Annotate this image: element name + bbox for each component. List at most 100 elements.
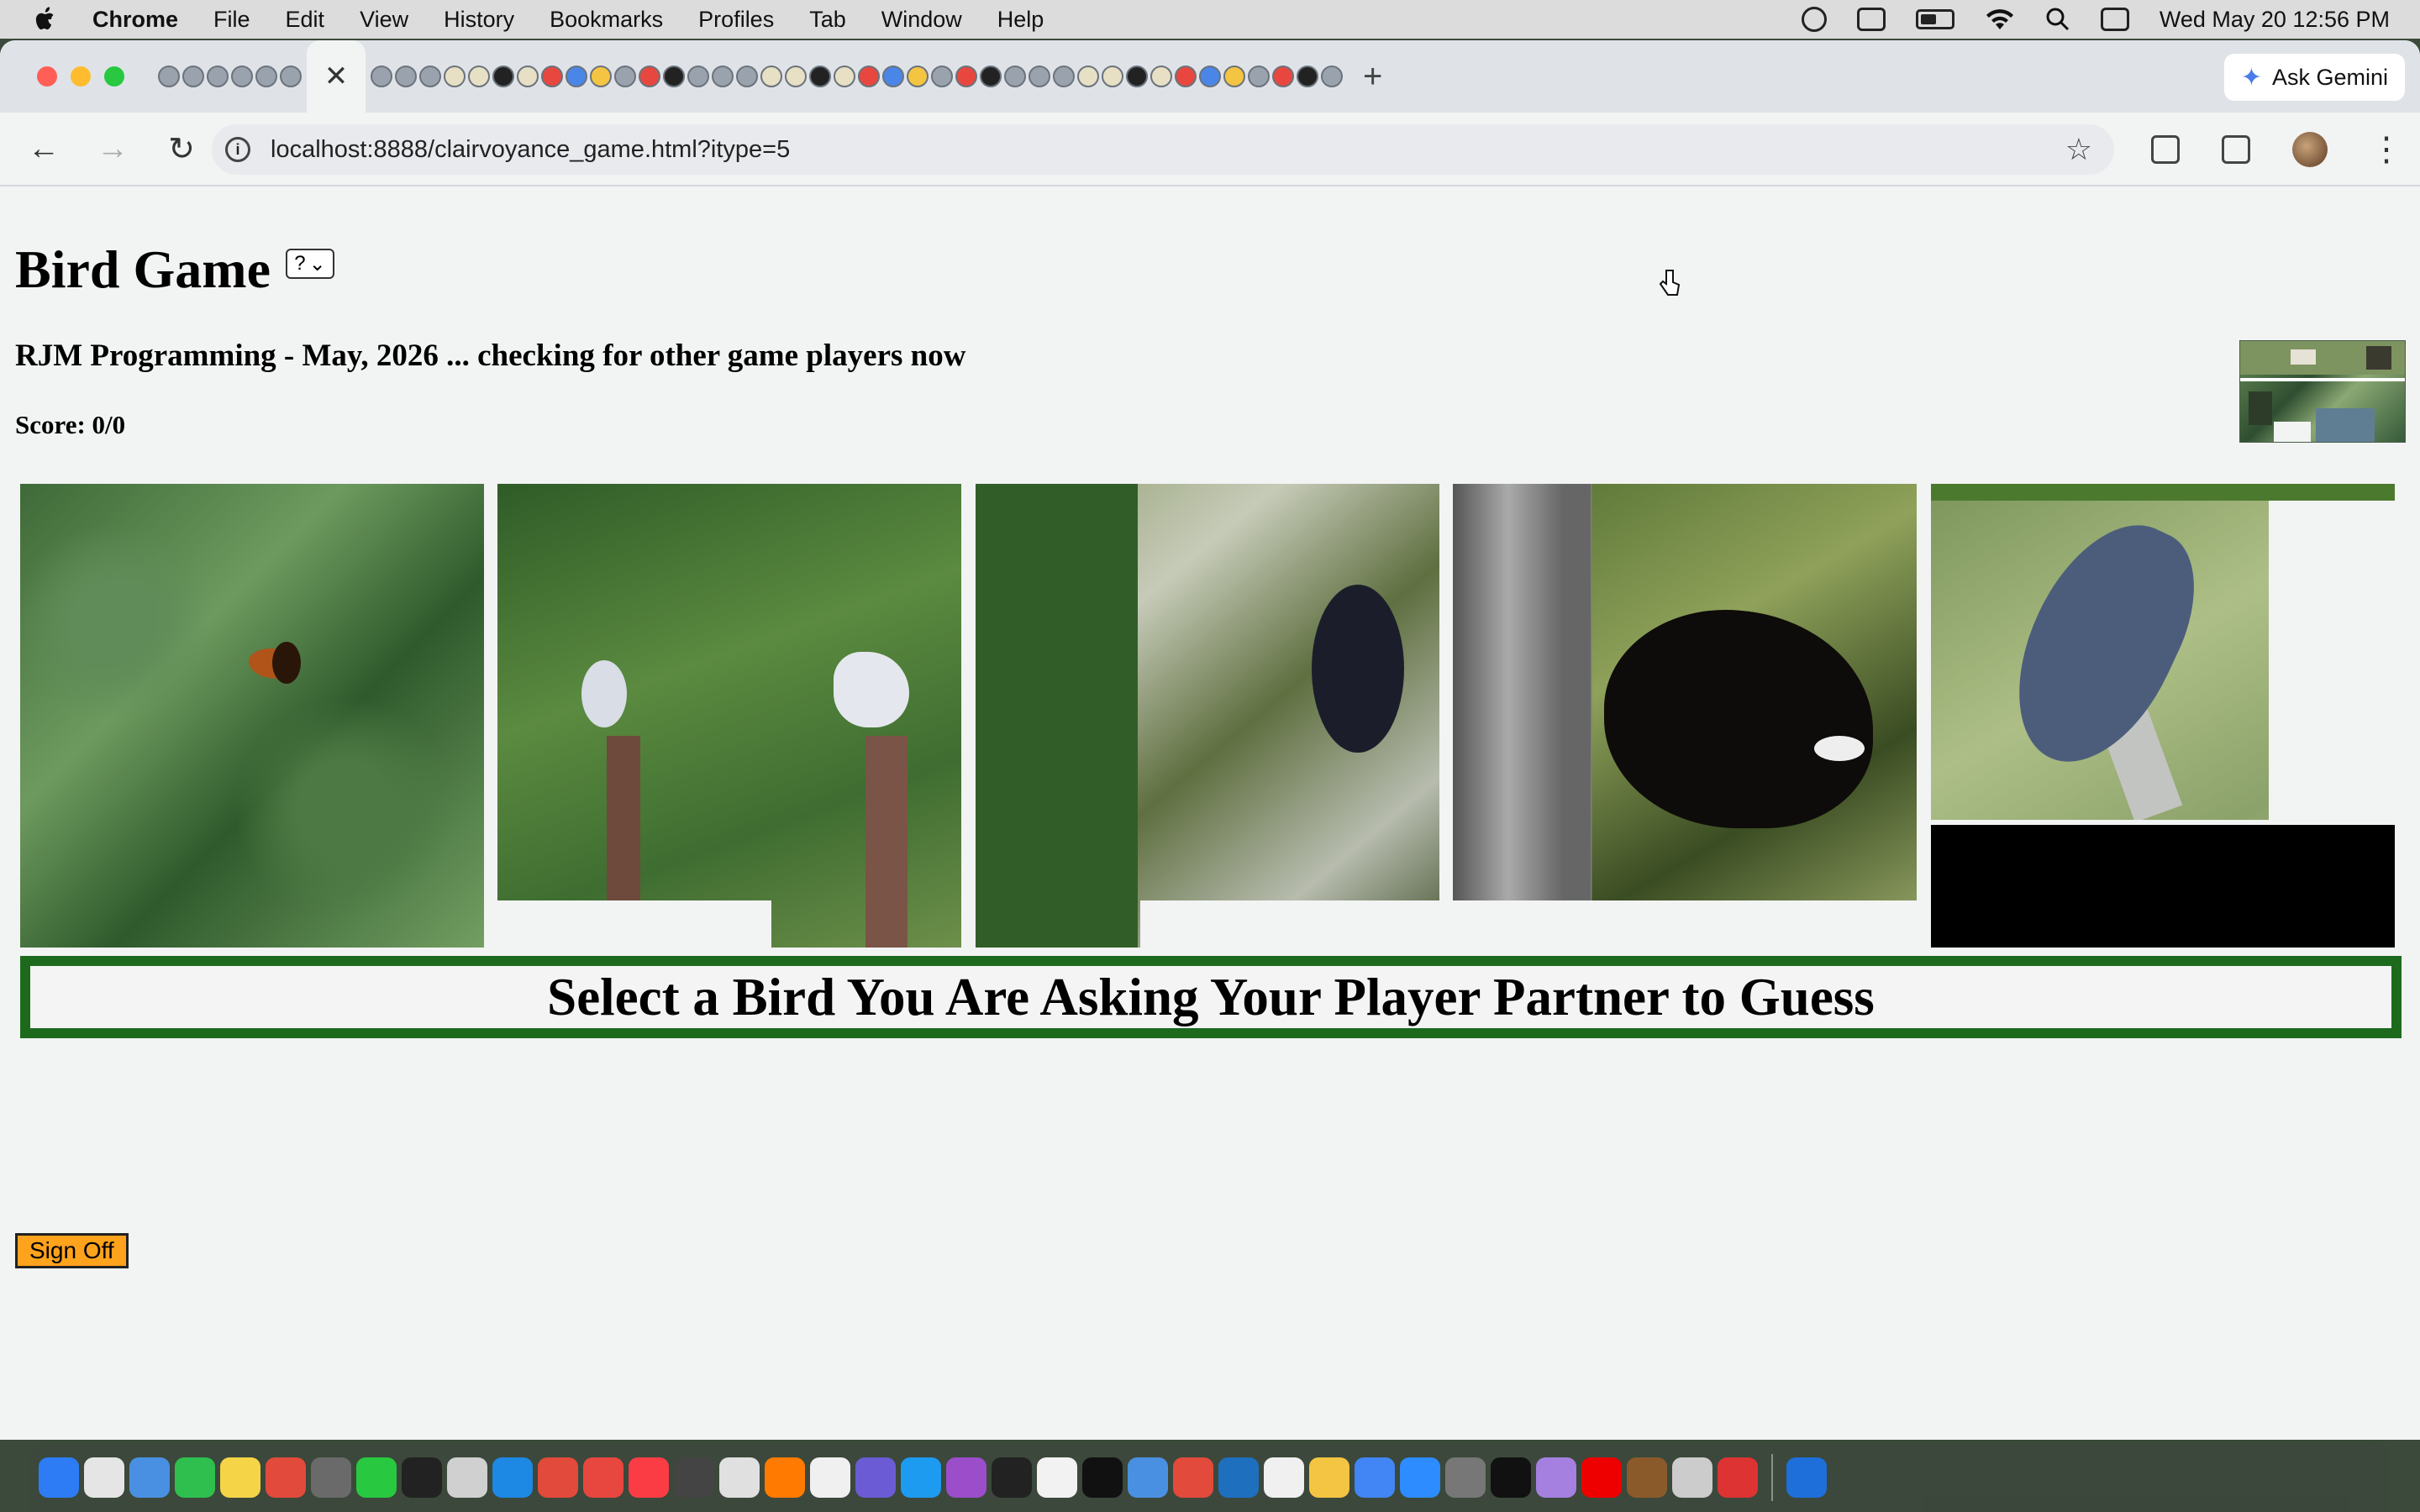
tab-favicon-icon[interactable]: [590, 66, 612, 87]
tab-favicon-icon[interactable]: [858, 66, 880, 87]
dock-app-icon[interactable]: [1037, 1457, 1077, 1498]
menu-view[interactable]: View: [360, 7, 408, 33]
tab-favicon-icon[interactable]: [255, 66, 277, 87]
dock-app-icon[interactable]: [356, 1457, 397, 1498]
dock-app-icon[interactable]: [447, 1457, 487, 1498]
bird-option-2-pair-of-egrets[interactable]: [497, 484, 961, 948]
reading-mode-icon[interactable]: [2222, 135, 2250, 164]
spotlight-search-icon[interactable]: [2045, 7, 2070, 32]
minimize-window-button[interactable]: [71, 66, 91, 87]
tab-favicon-icon[interactable]: [639, 66, 660, 87]
battery-icon[interactable]: [1915, 9, 1954, 29]
sign-off-button[interactable]: Sign Off: [15, 1233, 129, 1268]
tab-favicon-icon[interactable]: [1126, 66, 1148, 87]
dock-app-icon[interactable]: [84, 1457, 124, 1498]
bird-option-1-raptor-in-trees[interactable]: [20, 484, 484, 948]
tab-favicon-icon[interactable]: [687, 66, 709, 87]
menu-window[interactable]: Window: [881, 7, 962, 33]
tab-favicon-icon[interactable]: [663, 66, 685, 87]
tab-favicon-icon[interactable]: [1223, 66, 1245, 87]
menu-bar-clock[interactable]: Wed May 20 12:56 PM: [2160, 7, 2390, 33]
bird-collage-thumbnail[interactable]: [2239, 340, 2406, 443]
active-tab[interactable]: ✕: [307, 40, 366, 113]
menu-help[interactable]: Help: [997, 7, 1044, 33]
dock-app-icon[interactable]: [1718, 1457, 1758, 1498]
dock-app-icon[interactable]: [1309, 1457, 1349, 1498]
tab-favicon-icon[interactable]: [834, 66, 855, 87]
tab-favicon-icon[interactable]: [231, 66, 253, 87]
tab-favicon-icon[interactable]: [980, 66, 1002, 87]
dock-app-icon[interactable]: [674, 1457, 714, 1498]
tab-favicon-icon[interactable]: [882, 66, 904, 87]
dock-app-icon[interactable]: [220, 1457, 260, 1498]
tab-favicon-icon[interactable]: [1150, 66, 1172, 87]
dock-app-icon[interactable]: [1786, 1457, 1827, 1498]
tab-favicon-icon[interactable]: [712, 66, 734, 87]
tab-favicon-icon[interactable]: [1272, 66, 1294, 87]
zoom-window-button[interactable]: [104, 66, 124, 87]
menu-tab[interactable]: Tab: [809, 7, 846, 33]
tab-favicon-icon[interactable]: [444, 66, 466, 87]
dock-app-icon[interactable]: [129, 1457, 170, 1498]
tab-favicon-icon[interactable]: [207, 66, 229, 87]
dock-app-icon[interactable]: [1445, 1457, 1486, 1498]
bird-option-3-bird-in-foliage[interactable]: [976, 484, 1439, 948]
tab-favicon-icon[interactable]: [566, 66, 587, 87]
dock-app-icon[interactable]: [1581, 1457, 1622, 1498]
control-center-icon[interactable]: [2100, 8, 2129, 31]
dock-app-icon[interactable]: [175, 1457, 215, 1498]
bird-option-5-blue-bird-on-branch[interactable]: [1931, 484, 2395, 948]
close-window-button[interactable]: [37, 66, 57, 87]
tab-favicon-icon[interactable]: [1028, 66, 1050, 87]
apple-menu-icon[interactable]: [34, 5, 59, 34]
tab-favicon-icon[interactable]: [371, 66, 392, 87]
dock-app-icon[interactable]: [1491, 1457, 1531, 1498]
menu-app-name[interactable]: Chrome: [92, 7, 178, 33]
tab-favicon-icon[interactable]: [395, 66, 417, 87]
dock-app-icon[interactable]: [311, 1457, 351, 1498]
status-app-icon[interactable]: [1801, 7, 1827, 32]
site-info-icon[interactable]: i: [225, 137, 250, 162]
tab-favicon-icon[interactable]: [1004, 66, 1026, 87]
dock-app-icon[interactable]: [1264, 1457, 1304, 1498]
menu-profiles[interactable]: Profiles: [698, 7, 774, 33]
menu-file[interactable]: File: [213, 7, 250, 33]
wifi-icon[interactable]: [1985, 8, 2015, 31]
dock-app-icon[interactable]: [402, 1457, 442, 1498]
bookmark-star-icon[interactable]: ☆: [2065, 132, 2092, 167]
dock-app-icon[interactable]: [1082, 1457, 1123, 1498]
address-bar[interactable]: i localhost:8888/clairvoyance_game.html?…: [212, 124, 2114, 175]
tab-favicon-icon[interactable]: [1175, 66, 1197, 87]
tab-favicon-icon[interactable]: [1248, 66, 1270, 87]
back-button[interactable]: ←: [18, 123, 69, 174]
dock-app-icon[interactable]: [1536, 1457, 1576, 1498]
reload-button[interactable]: ↻: [156, 123, 207, 174]
bird-option-4-black-bird-in-grass[interactable]: [1453, 484, 1917, 948]
tab-favicon-icon[interactable]: [907, 66, 929, 87]
extensions-icon[interactable]: [2151, 135, 2180, 164]
new-tab-button[interactable]: +: [1363, 58, 1382, 96]
mode-select[interactable]: ? ⌄: [285, 249, 334, 279]
tab-favicon-icon[interactable]: [785, 66, 807, 87]
dock-app-icon[interactable]: [1672, 1457, 1712, 1498]
tab-favicon-icon[interactable]: [541, 66, 563, 87]
tab-favicon-icon[interactable]: [1077, 66, 1099, 87]
dock-app-icon[interactable]: [855, 1457, 896, 1498]
menu-edit[interactable]: Edit: [286, 7, 325, 33]
dock-app-icon[interactable]: [901, 1457, 941, 1498]
menu-history[interactable]: History: [444, 7, 514, 33]
tab-favicon-icon[interactable]: [158, 66, 180, 87]
forward-button[interactable]: →: [87, 123, 138, 174]
dock-app-icon[interactable]: [538, 1457, 578, 1498]
tab-favicon-icon[interactable]: [1297, 66, 1318, 87]
dock-app-icon[interactable]: [1627, 1457, 1667, 1498]
dock-app-icon[interactable]: [1173, 1457, 1213, 1498]
tab-favicon-icon[interactable]: [1321, 66, 1343, 87]
tab-favicon-icon[interactable]: [760, 66, 782, 87]
tab-favicon-icon[interactable]: [1199, 66, 1221, 87]
tab-favicon-icon[interactable]: [1053, 66, 1075, 87]
menu-bookmarks[interactable]: Bookmarks: [550, 7, 663, 33]
tab-favicon-icon[interactable]: [809, 66, 831, 87]
ask-gemini-button[interactable]: ✦ Ask Gemini: [2223, 54, 2405, 101]
tab-favicon-icon[interactable]: [517, 66, 539, 87]
